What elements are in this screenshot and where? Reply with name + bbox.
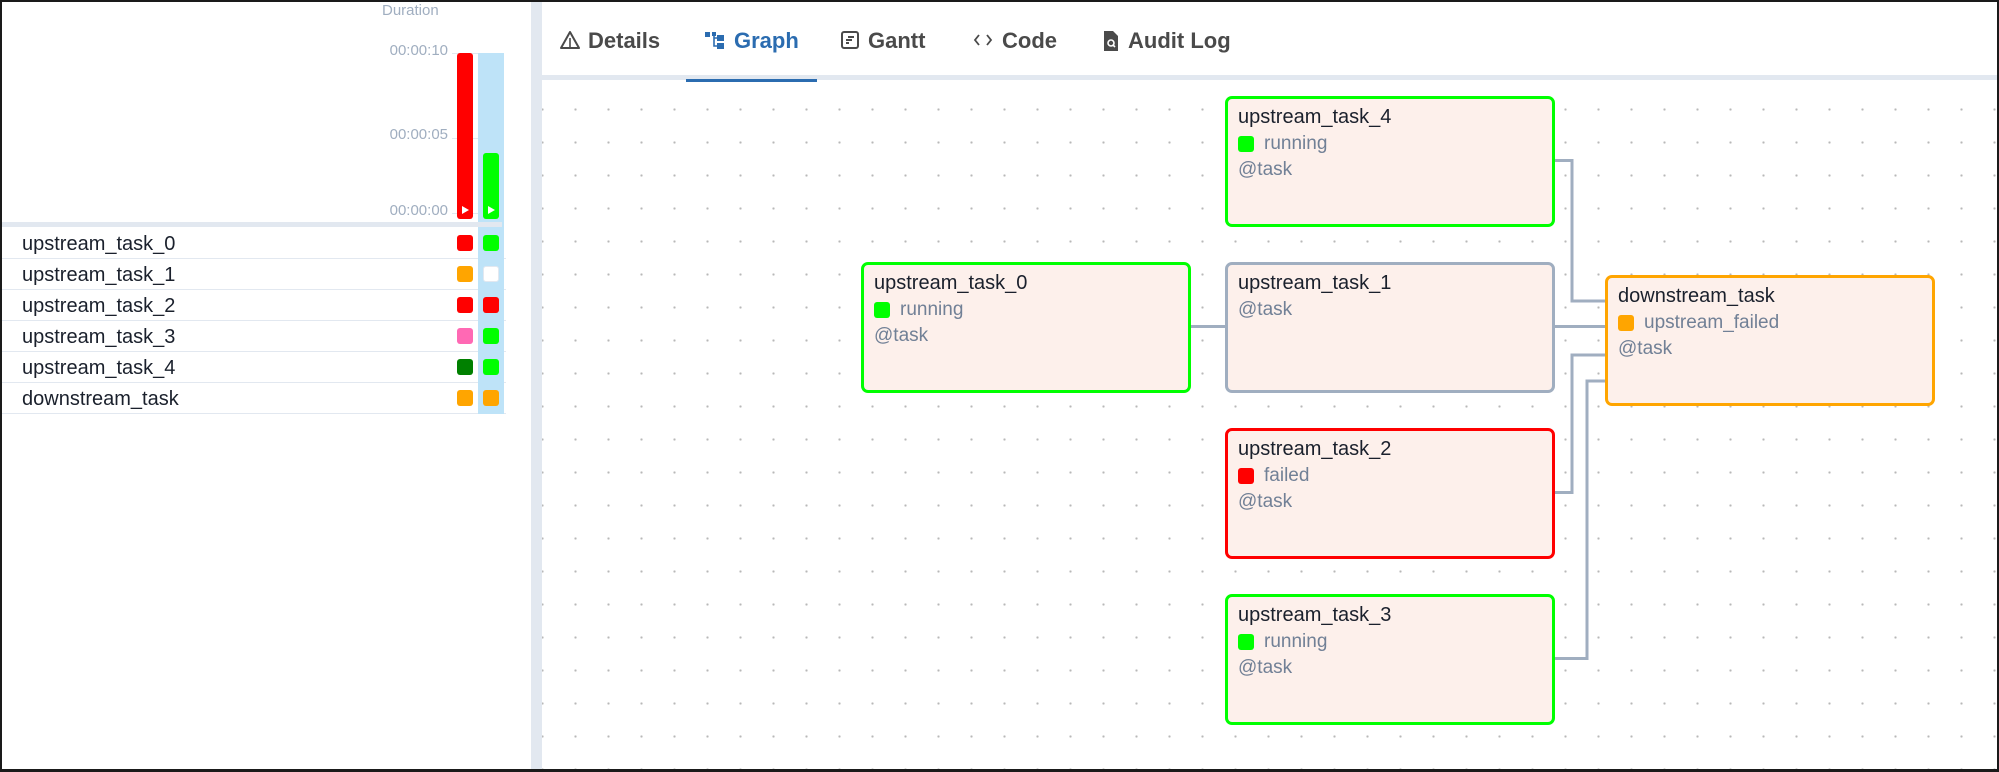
tab-graph[interactable]: Graph <box>686 28 817 82</box>
task-node[interactable]: upstream_task_4running @task <box>1225 96 1555 227</box>
audit-log-icon <box>1102 30 1120 58</box>
task-instance-status[interactable] <box>483 235 499 251</box>
task-row[interactable]: downstream_task <box>2 383 506 414</box>
state-color-icon <box>1238 634 1254 650</box>
graph-canvas[interactable]: upstream_task_4 running @task upstream_task… <box>542 80 1997 769</box>
task-node-title: downstream_task <box>1618 285 1775 307</box>
details-panel: Details Graph Gantt Code Audit Log upstr… <box>542 2 1997 769</box>
task-name: upstream_task_4 <box>22 357 176 379</box>
task-node-title: upstream_task_2 <box>1238 438 1392 460</box>
task-node[interactable]: upstream_task_3running @task <box>1225 594 1555 725</box>
task-node-state-label: running <box>1264 133 1328 154</box>
task-name: upstream_task_1 <box>22 264 176 286</box>
task-instance-status[interactable] <box>457 359 473 375</box>
dag-run-bar[interactable] <box>483 152 499 219</box>
task-node[interactable]: downstream_task upstream_failed @task <box>1605 275 1935 406</box>
task-instance-status[interactable] <box>483 266 499 282</box>
task-node-state-label: running <box>900 299 964 320</box>
task-instance-status[interactable] <box>483 390 499 406</box>
task-node-state: failed <box>1238 465 1542 487</box>
tab-gantt[interactable]: Gantt <box>822 28 943 80</box>
task-node-state: upstream_failed <box>1618 312 1922 334</box>
airflow-dag-view: Duration 00:00:10 00:00:05 00:00:00 upst… <box>0 0 1999 772</box>
task-instance-status[interactable] <box>483 328 499 344</box>
tab-label: Code <box>1002 28 1057 53</box>
task-node-operator: @task <box>1238 657 1293 678</box>
graph-edge <box>1555 353 1605 494</box>
task-node-operator: @task <box>1238 159 1293 180</box>
task-node-operator: @task <box>874 325 929 346</box>
task-name: upstream_task_2 <box>22 295 176 317</box>
panel-resize-handle[interactable] <box>531 2 542 769</box>
gantt-icon <box>840 30 860 56</box>
task-node-operator: @task <box>1238 491 1293 512</box>
state-color-icon <box>1618 315 1634 331</box>
task-node-operator: @task <box>1238 299 1293 320</box>
tab-label: Audit Log <box>1128 28 1231 53</box>
task-node-state-label: upstream_failed <box>1644 312 1780 333</box>
task-name: upstream_task_0 <box>22 233 176 255</box>
duration-header: Duration <box>382 2 439 19</box>
task-node[interactable]: upstream_task_2failed @task <box>1225 428 1555 559</box>
task-node-title: upstream_task_3 <box>1238 604 1392 626</box>
tab-code[interactable]: Code <box>954 28 1075 80</box>
task-row[interactable]: upstream_task_2 <box>2 290 506 321</box>
duration-tick-label: 00:00:05 <box>389 126 448 143</box>
task-name: downstream_task <box>22 388 179 410</box>
tab-label: Details <box>588 28 661 53</box>
task-instance-status[interactable] <box>457 266 473 282</box>
task-name: upstream_task_3 <box>22 326 176 348</box>
dag-run-bar[interactable] <box>457 53 473 219</box>
warning-triangle-icon <box>560 30 580 56</box>
task-node-title: upstream_task_4 <box>1238 106 1392 128</box>
task-node-state: running <box>1238 133 1542 155</box>
task-instance-status[interactable] <box>457 328 473 344</box>
task-row[interactable]: upstream_task_4 <box>2 352 506 383</box>
task-node-state-label: running <box>1264 631 1328 652</box>
state-color-icon <box>1238 468 1254 484</box>
tab-audit-log[interactable]: Audit Log <box>1084 28 1249 80</box>
task-node-title: upstream_task_0 <box>874 272 1028 294</box>
play-icon <box>488 205 495 214</box>
graph-icon <box>704 30 726 56</box>
tab-label: Graph <box>734 28 799 53</box>
task-node-state: running <box>874 299 1178 321</box>
task-row[interactable]: upstream_task_3 <box>2 321 506 352</box>
duration-tick-label: 00:00:00 <box>389 202 448 219</box>
task-node-state-label: failed <box>1264 465 1310 486</box>
graph-edge <box>1555 379 1605 660</box>
task-instance-status[interactable] <box>457 390 473 406</box>
task-row[interactable]: upstream_task_1 <box>2 259 506 290</box>
task-node-state: running <box>1238 631 1542 653</box>
code-icon <box>972 30 994 56</box>
task-list: upstream_task_0 upstream_task_1 upstream_t… <box>2 228 506 414</box>
tab-details[interactable]: Details <box>542 28 678 80</box>
task-instance-status[interactable] <box>483 297 499 313</box>
task-node-operator: @task <box>1618 338 1673 359</box>
task-node[interactable]: upstream_task_1 @task <box>1225 262 1555 393</box>
tab-bar: Details Graph Gantt Code Audit Log <box>542 2 1997 82</box>
task-instance-status[interactable] <box>457 235 473 251</box>
task-instance-status[interactable] <box>483 359 499 375</box>
state-color-icon <box>874 302 890 318</box>
task-row[interactable]: upstream_task_0 <box>2 228 506 259</box>
task-node[interactable]: upstream_task_0running @task <box>861 262 1191 393</box>
graph-edge <box>1555 159 1605 303</box>
play-icon <box>462 206 469 214</box>
chart-divider <box>2 222 502 227</box>
task-instance-status[interactable] <box>457 297 473 313</box>
task-node-title: upstream_task_1 <box>1238 272 1392 294</box>
tab-label: Gantt <box>868 28 926 53</box>
grid-panel: Duration 00:00:10 00:00:05 00:00:00 upst… <box>2 2 530 769</box>
state-color-icon <box>1238 136 1254 152</box>
duration-tick-label: 00:00:10 <box>389 42 448 59</box>
